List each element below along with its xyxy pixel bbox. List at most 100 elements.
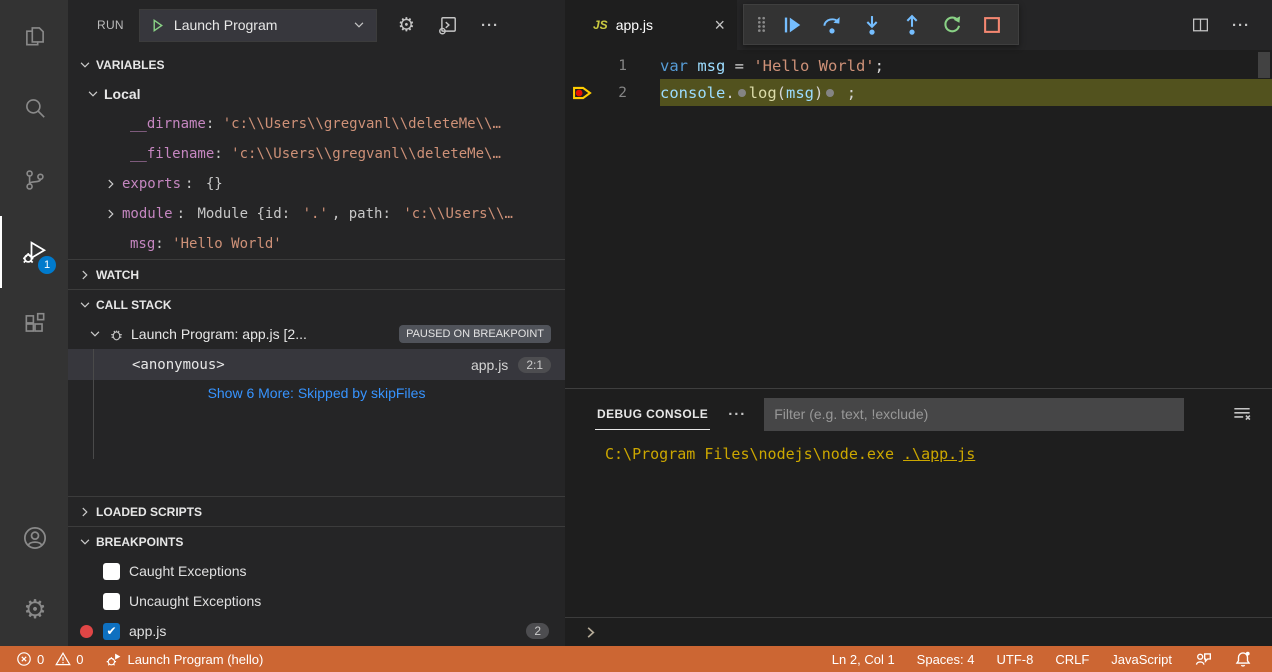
more-actions-icon[interactable]: ···: [728, 406, 746, 423]
eol-status[interactable]: CRLF: [1049, 652, 1095, 667]
feedback-icon[interactable]: [1188, 650, 1218, 668]
continue-button[interactable]: [774, 8, 810, 42]
call-stack-section-header[interactable]: CALL STACK: [68, 289, 565, 319]
breakpoint-row-uncaught[interactable]: Uncaught Exceptions: [68, 586, 565, 616]
code-line-1[interactable]: 1 var msg = 'Hello World';: [565, 52, 1272, 79]
variable-row-dirname[interactable]: __dirname: 'c:\\Users\\gregvanl\\deleteM…: [68, 109, 565, 139]
problems-status[interactable]: 0 0: [10, 646, 89, 672]
extensions-icon: [22, 311, 48, 337]
clear-console-icon[interactable]: [1232, 404, 1252, 424]
checkbox-unchecked[interactable]: [103, 593, 120, 610]
chevron-right-icon: [78, 268, 92, 282]
debug-target-status[interactable]: Launch Program (hello): [99, 646, 269, 672]
loaded-scripts-section-header[interactable]: LOADED SCRIPTS: [68, 496, 565, 526]
manage-button[interactable]: ⚙: [0, 574, 68, 646]
console-filter-input[interactable]: [764, 398, 1184, 431]
show-more-link[interactable]: Show 6 More: Skipped by skipFiles: [68, 380, 565, 407]
variable-row-exports[interactable]: exports: {}: [68, 169, 565, 199]
debug-console-icon[interactable]: [438, 15, 458, 35]
debug-target-label: Launch Program (hello): [127, 652, 263, 667]
step-over-button[interactable]: [814, 8, 850, 42]
breakpoint-row-appjs[interactable]: ✔ app.js 2: [68, 616, 565, 646]
frame-file: app.js: [471, 357, 508, 373]
search-icon: [22, 95, 48, 121]
breakpoint-row-caught[interactable]: Caught Exceptions: [68, 556, 565, 586]
extensions-tab[interactable]: [0, 288, 68, 360]
checkbox-unchecked[interactable]: [103, 563, 120, 580]
vscode-window: 1 ⚙: [0, 0, 1272, 672]
run-and-debug-tab[interactable]: 1: [0, 216, 68, 288]
session-label: Launch Program: app.js [2...: [131, 326, 393, 342]
console-input-row[interactable]: [565, 617, 1272, 646]
breakpoint-count-badge: 2: [526, 623, 549, 639]
variable-row-filename[interactable]: __filename: 'c:\\Users\\gregvanl\\delete…: [68, 139, 565, 169]
call-stack-header-label: CALL STACK: [96, 298, 172, 312]
sidebar-title: RUN: [97, 18, 124, 32]
variables-section-header[interactable]: VARIABLES: [68, 50, 565, 79]
step-out-button[interactable]: [894, 8, 930, 42]
status-bar-right: Ln 2, Col 1 Spaces: 4 UTF-8 CRLF JavaScr…: [826, 650, 1258, 668]
inline-breakpoint-dot-icon[interactable]: [826, 89, 834, 97]
stop-button[interactable]: [974, 8, 1010, 42]
watch-section-header[interactable]: WATCH: [68, 259, 565, 289]
accounts-button[interactable]: [0, 502, 68, 574]
error-icon: [16, 651, 32, 667]
console-command-text: C:\Program Files\nodejs\node.exe: [605, 445, 903, 463]
gutter-line-2[interactable]: 2: [565, 79, 660, 106]
code-line-2-current[interactable]: 2 console.log(msg) ;: [565, 79, 1272, 106]
tab-debug-console[interactable]: DEBUG CONSOLE: [595, 398, 710, 430]
more-actions-icon[interactable]: ···: [1232, 17, 1250, 34]
more-actions-icon[interactable]: ···: [481, 17, 499, 34]
indentation-status[interactable]: Spaces: 4: [911, 652, 981, 667]
source-control-tab[interactable]: [0, 144, 68, 216]
language-mode-status[interactable]: JavaScript: [1105, 652, 1178, 667]
encoding-status[interactable]: UTF-8: [991, 652, 1040, 667]
gutter-line-1[interactable]: 1: [565, 52, 660, 79]
loaded-scripts-header-label: LOADED SCRIPTS: [96, 505, 202, 519]
account-icon: [21, 524, 49, 552]
editor-actions: ···: [1191, 0, 1272, 50]
breakpoint-label: Uncaught Exceptions: [129, 593, 261, 609]
explorer-tab[interactable]: [0, 0, 68, 72]
search-tab[interactable]: [0, 72, 68, 144]
cursor-position-status[interactable]: Ln 2, Col 1: [826, 652, 901, 667]
drag-handle-icon[interactable]: [752, 16, 770, 33]
launch-config-dropdown[interactable]: Launch Program: [139, 9, 377, 42]
checkbox-checked[interactable]: ✔: [103, 623, 120, 640]
files-icon: [22, 23, 48, 49]
close-icon[interactable]: ×: [714, 16, 725, 34]
tab-appjs[interactable]: JS app.js ×: [565, 0, 737, 50]
chevron-down-icon: [78, 535, 92, 549]
chevron-down-icon: [88, 327, 102, 341]
bug-icon: [108, 326, 125, 343]
breakpoints-section-header[interactable]: BREAKPOINTS: [68, 526, 565, 556]
run-debug-sidebar: RUN Launch Program ⚙: [68, 0, 565, 646]
scope-local-row[interactable]: Local: [68, 79, 565, 109]
activity-bar: 1 ⚙: [0, 0, 68, 646]
variable-row-msg[interactable]: msg: 'Hello World': [68, 229, 565, 259]
split-editor-icon[interactable]: [1191, 16, 1210, 35]
status-bar: 0 0 Launch Program (hello) Ln 2, Col 1 S…: [0, 646, 1272, 672]
editor-scrollbar[interactable]: [1258, 52, 1270, 78]
variables-header-label: VARIABLES: [96, 58, 164, 72]
variable-row-module[interactable]: module: Module {id: '.', path: 'c:\\User…: [68, 199, 565, 229]
stack-frame-row-selected[interactable]: <anonymous> app.js 2:1: [68, 349, 565, 380]
debug-session-row[interactable]: Launch Program: app.js [2... PAUSED ON B…: [68, 319, 565, 349]
restart-button[interactable]: [934, 8, 970, 42]
indent-guide: [93, 349, 94, 459]
start-debug-icon: [150, 18, 165, 33]
step-into-button[interactable]: [854, 8, 890, 42]
panel-header: DEBUG CONSOLE ···: [565, 389, 1272, 439]
sidebar-empty-space: [68, 407, 565, 496]
warning-count: 0: [76, 652, 83, 667]
console-file-link[interactable]: .\app.js: [903, 445, 975, 463]
notifications-bell-icon[interactable]: [1228, 650, 1258, 668]
debug-count-badge: 1: [38, 256, 56, 274]
inline-breakpoint-dot-icon[interactable]: [738, 89, 746, 97]
chevron-right-icon: [78, 505, 92, 519]
configure-gear-icon[interactable]: ⚙: [398, 16, 415, 35]
chevron-down-icon: [78, 298, 92, 312]
chevron-right-icon: [104, 177, 118, 191]
code-editor[interactable]: 1 var msg = 'Hello World'; 2: [565, 50, 1272, 388]
chevron-right-icon: [583, 625, 598, 640]
